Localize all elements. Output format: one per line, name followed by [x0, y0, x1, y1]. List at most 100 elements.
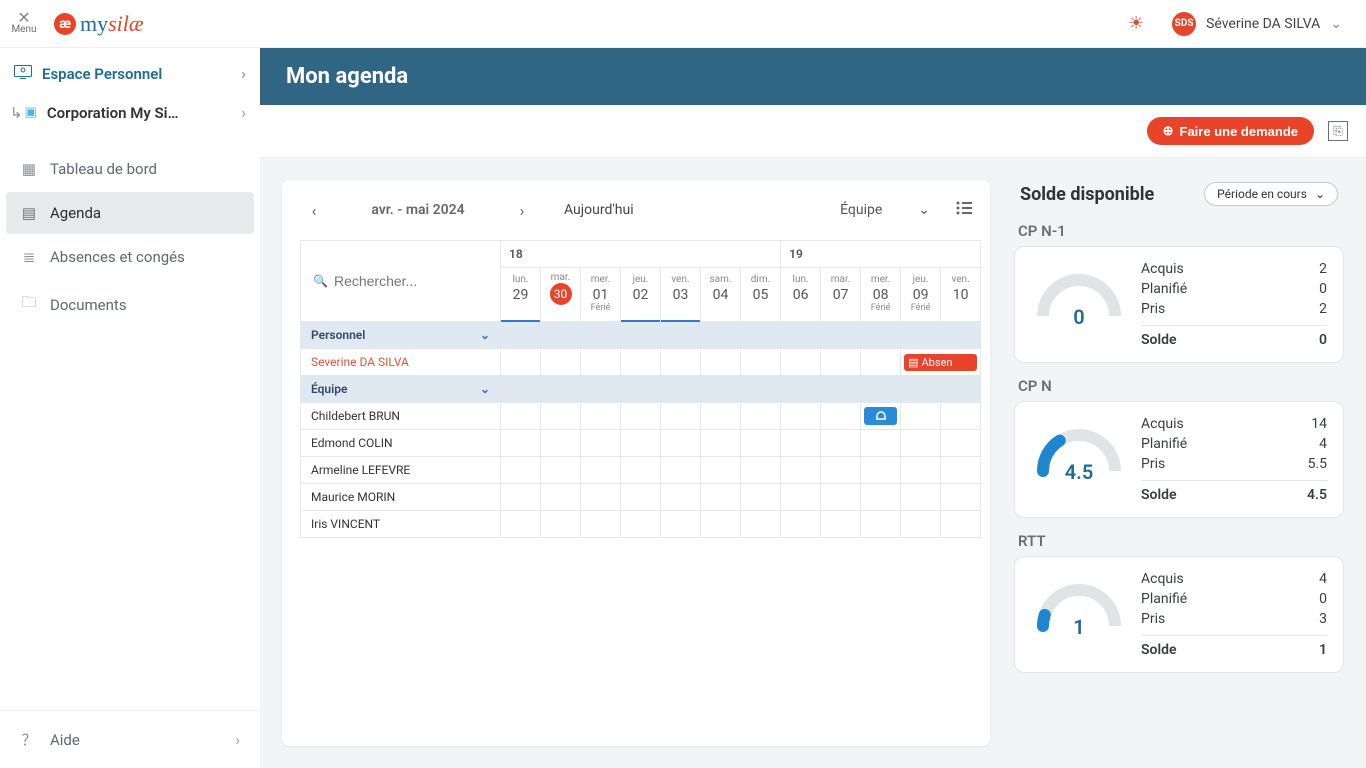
day-header[interactable]: mer.01Férié	[581, 268, 621, 322]
search-input[interactable]	[334, 273, 488, 289]
day-cell[interactable]	[941, 430, 981, 457]
sidebar-help[interactable]: ？ Aide ›	[6, 713, 254, 766]
day-header[interactable]: mar.07	[821, 268, 861, 322]
day-cell[interactable]	[501, 511, 541, 538]
person-name[interactable]: Maurice MORIN	[301, 484, 501, 511]
day-header[interactable]: mar.30	[541, 268, 581, 322]
day-cell[interactable]	[861, 430, 901, 457]
layout-toggle-icon[interactable]	[956, 201, 972, 219]
day-header[interactable]: mer.08Férié	[861, 268, 901, 322]
day-cell[interactable]	[501, 403, 541, 430]
theme-icon[interactable]: ☀	[1128, 13, 1144, 34]
day-cell[interactable]	[701, 349, 741, 376]
request-button[interactable]: ⊕ Faire une demande	[1147, 117, 1314, 145]
day-cell[interactable]	[781, 484, 821, 511]
day-cell[interactable]	[861, 403, 901, 430]
day-cell[interactable]	[621, 349, 661, 376]
day-cell[interactable]	[861, 457, 901, 484]
day-cell[interactable]	[781, 349, 821, 376]
day-cell[interactable]	[861, 484, 901, 511]
today-button[interactable]: Aujourd'hui	[564, 202, 634, 218]
day-cell[interactable]	[901, 403, 941, 430]
day-cell[interactable]	[621, 430, 661, 457]
day-cell[interactable]	[821, 403, 861, 430]
day-header[interactable]: lun.29	[501, 268, 541, 322]
sidebar-item-documents[interactable]: 🗀 Documents	[6, 280, 254, 329]
day-cell[interactable]	[741, 457, 781, 484]
day-cell[interactable]	[821, 457, 861, 484]
day-cell[interactable]	[701, 457, 741, 484]
day-cell[interactable]	[581, 430, 621, 457]
day-cell[interactable]	[661, 457, 701, 484]
day-cell[interactable]	[581, 457, 621, 484]
activity-chip[interactable]	[864, 407, 897, 425]
day-cell[interactable]	[781, 457, 821, 484]
day-cell[interactable]	[941, 403, 981, 430]
day-cell[interactable]	[901, 511, 941, 538]
day-cell[interactable]	[621, 511, 661, 538]
day-cell[interactable]: ▤Absen	[901, 349, 981, 376]
day-cell[interactable]	[621, 457, 661, 484]
day-cell[interactable]	[661, 349, 701, 376]
search-cell[interactable]: 🔍	[301, 241, 501, 322]
day-cell[interactable]	[741, 430, 781, 457]
sidebar-espace-personnel[interactable]: Espace Personnel ›	[0, 54, 260, 93]
day-cell[interactable]	[581, 511, 621, 538]
person-name[interactable]: Iris VINCENT	[301, 511, 501, 538]
sidebar-item-agenda[interactable]: ▤ Agenda	[6, 192, 254, 234]
exit-icon[interactable]: ⎘	[1328, 121, 1348, 141]
day-cell[interactable]	[541, 349, 581, 376]
absence-tag[interactable]: ▤Absen	[904, 354, 977, 371]
day-cell[interactable]	[501, 349, 541, 376]
day-cell[interactable]	[781, 430, 821, 457]
day-cell[interactable]	[901, 457, 941, 484]
day-cell[interactable]	[701, 430, 741, 457]
day-cell[interactable]	[541, 403, 581, 430]
person-name[interactable]: Armeline LEFEVRE	[301, 457, 501, 484]
day-cell[interactable]	[661, 511, 701, 538]
day-cell[interactable]	[941, 457, 981, 484]
day-cell[interactable]	[541, 511, 581, 538]
day-cell[interactable]	[541, 430, 581, 457]
day-cell[interactable]	[501, 484, 541, 511]
menu-button[interactable]: ✕ Menu	[0, 12, 48, 35]
day-cell[interactable]	[741, 349, 781, 376]
day-cell[interactable]	[701, 403, 741, 430]
user-menu[interactable]: SDS Séverine DA SILVA ⌄	[1172, 12, 1356, 36]
day-cell[interactable]	[861, 349, 901, 376]
group-header[interactable]: Personnel⌄	[301, 322, 501, 349]
day-header[interactable]: jeu.09Férié	[901, 268, 941, 322]
day-cell[interactable]	[501, 457, 541, 484]
day-cell[interactable]	[821, 430, 861, 457]
day-cell[interactable]	[781, 511, 821, 538]
day-cell[interactable]	[821, 349, 861, 376]
day-cell[interactable]	[701, 511, 741, 538]
day-cell[interactable]	[741, 484, 781, 511]
day-cell[interactable]	[621, 484, 661, 511]
sidebar-corporation[interactable]: ↳ ▣ Corporation My Si… ›	[0, 93, 260, 132]
day-cell[interactable]	[581, 349, 621, 376]
day-cell[interactable]	[741, 403, 781, 430]
day-cell[interactable]	[821, 511, 861, 538]
person-name[interactable]: Severine DA SILVA	[301, 349, 501, 376]
day-cell[interactable]	[661, 484, 701, 511]
day-header[interactable]: dim.05	[741, 268, 781, 322]
prev-button[interactable]: ‹	[300, 196, 328, 224]
sidebar-item-absences[interactable]: ≣ Absences et congés	[6, 236, 254, 278]
day-cell[interactable]	[821, 484, 861, 511]
day-header[interactable]: sam.04	[701, 268, 741, 322]
day-header[interactable]: ven.03	[661, 268, 701, 322]
day-header[interactable]: jeu.02	[621, 268, 661, 322]
day-cell[interactable]	[541, 457, 581, 484]
sidebar-item-dashboard[interactable]: ▦ Tableau de bord	[6, 148, 254, 190]
day-cell[interactable]	[541, 484, 581, 511]
day-cell[interactable]	[781, 403, 821, 430]
day-cell[interactable]	[741, 511, 781, 538]
day-cell[interactable]	[581, 484, 621, 511]
person-name[interactable]: Edmond COLIN	[301, 430, 501, 457]
next-button[interactable]: ›	[508, 196, 536, 224]
day-cell[interactable]	[581, 403, 621, 430]
day-cell[interactable]	[941, 484, 981, 511]
day-cell[interactable]	[701, 484, 741, 511]
period-select[interactable]: Période en cours ⌄	[1204, 182, 1338, 206]
